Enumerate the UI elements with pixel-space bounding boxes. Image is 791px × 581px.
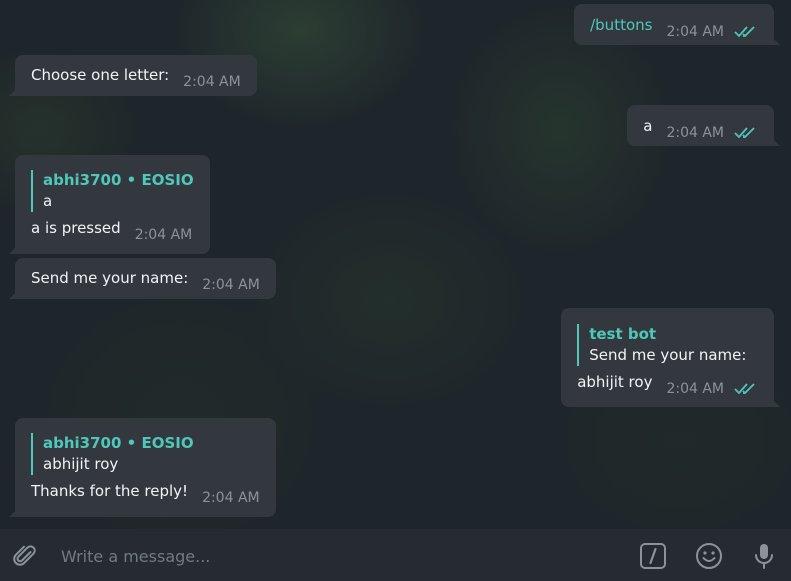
message-incoming[interactable]: Choose one letter: 2:04 AM <box>9 55 257 96</box>
message-outgoing[interactable]: a 2:04 AM <box>627 105 780 146</box>
message-meta: 2:04 AM <box>666 125 758 141</box>
reply-text: a <box>43 192 53 210</box>
reply-quote[interactable]: test bot Send me your name: <box>577 324 758 366</box>
message-outgoing[interactable]: test bot Send me your name: abhijit roy … <box>561 308 780 407</box>
reply-text: Send me your name: <box>589 346 747 364</box>
reply-text: abhijit roy <box>43 455 119 473</box>
message-time: 2:04 AM <box>202 490 260 506</box>
message-composer <box>0 529 791 581</box>
message-time: 2:04 AM <box>666 24 724 40</box>
message-text: Send me your name: <box>31 269 189 287</box>
reply-author: abhi3700 • EOSIO <box>43 171 194 189</box>
message-meta: 2:04 AM <box>202 490 260 506</box>
message-text: abhijit roy <box>577 373 653 391</box>
message-meta: 2:04 AM <box>135 227 193 243</box>
paperclip-icon[interactable] <box>12 543 38 569</box>
message-meta: 2:04 AM <box>183 74 241 90</box>
message-time: 2:04 AM <box>134 227 193 243</box>
slash-command-icon[interactable] <box>639 542 667 570</box>
reply-author: test bot <box>589 325 657 343</box>
chat-history[interactable]: /buttons 2:04 AM Choose one letter: 2:04… <box>0 0 791 529</box>
message-incoming[interactable]: Send me your name: 2:04 AM <box>9 258 276 299</box>
message-incoming[interactable]: abhi3700 • EOSIO abhijit roy Thanks for … <box>9 418 276 517</box>
reply-author: abhi3700 • EOSIO <box>43 434 194 452</box>
message-text: Choose one letter: <box>31 66 170 84</box>
message-text: a is pressed <box>31 219 121 237</box>
message-meta: 2:04 AM <box>666 381 758 397</box>
message-text: Thanks for the reply! <box>31 482 189 500</box>
message-meta: 2:04 AM <box>202 277 260 293</box>
reply-quote[interactable]: abhi3700 • EOSIO abhijit roy <box>31 433 260 475</box>
message-text: a <box>643 117 653 135</box>
message-incoming[interactable]: abhi3700 • EOSIO a a is pressed 2:04 AM <box>9 155 210 254</box>
message-time: 2:04 AM <box>666 125 724 141</box>
microphone-icon[interactable] <box>750 542 778 570</box>
message-time: 2:04 AM <box>202 277 260 293</box>
bot-command-link[interactable]: /buttons <box>590 15 652 35</box>
message-outgoing[interactable]: /buttons 2:04 AM <box>574 4 780 45</box>
message-meta: 2:04 AM <box>666 24 758 40</box>
double-check-icon <box>734 26 755 38</box>
message-time: 2:04 AM <box>183 74 241 90</box>
emoji-icon[interactable] <box>695 542 723 570</box>
double-check-icon <box>734 127 755 139</box>
reply-quote[interactable]: abhi3700 • EOSIO a <box>31 170 194 212</box>
double-check-icon <box>734 383 755 395</box>
message-input[interactable] <box>61 546 601 566</box>
message-time: 2:04 AM <box>666 381 724 397</box>
